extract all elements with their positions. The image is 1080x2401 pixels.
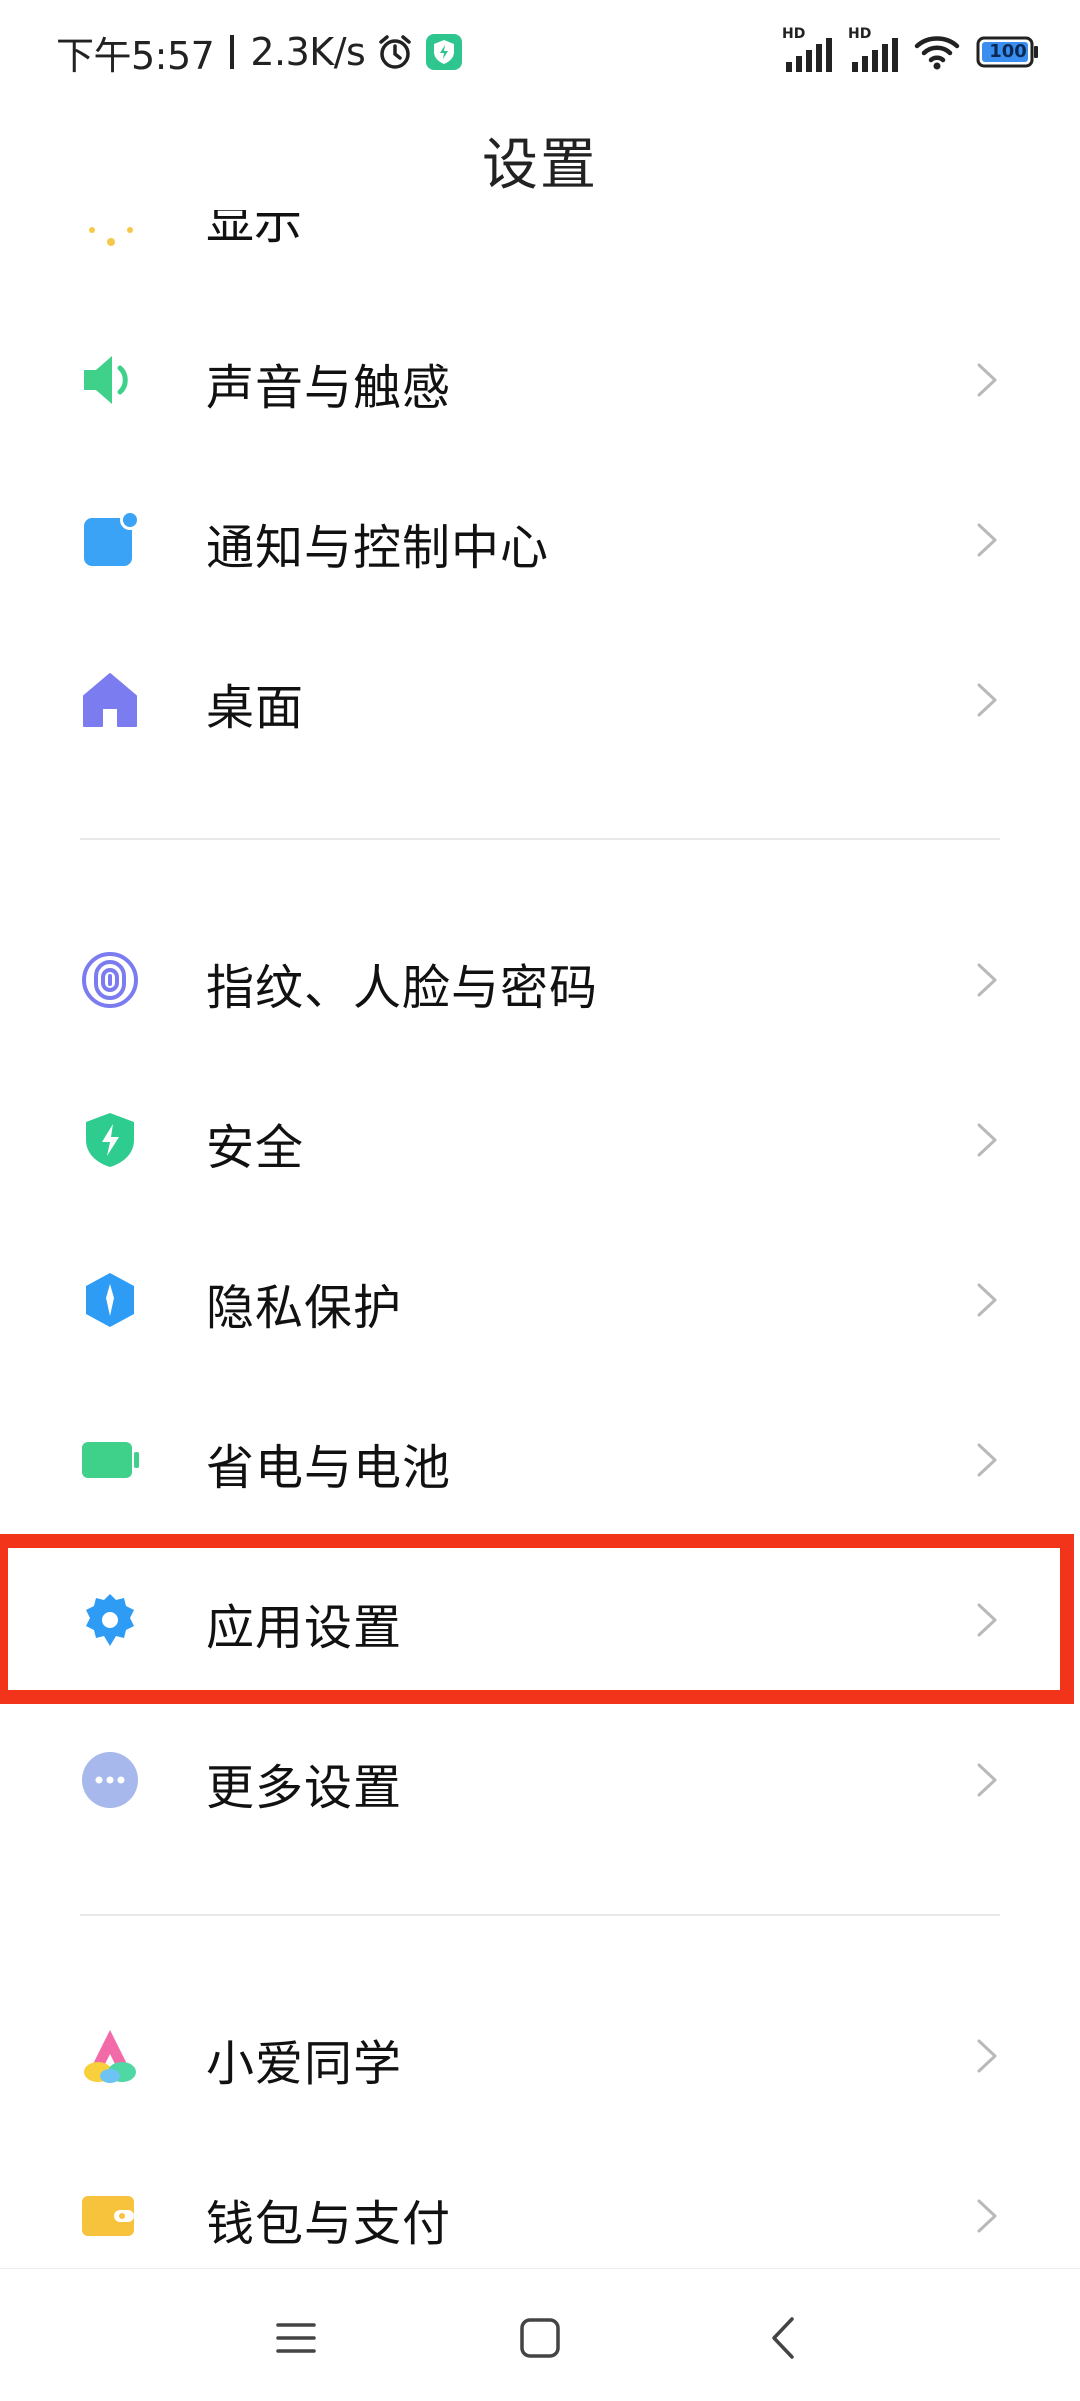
settings-item-app-settings[interactable]: 应用设置 (0, 1540, 1080, 1700)
chevron-right-icon (977, 2039, 997, 2073)
wifi-icon (914, 36, 960, 70)
signal-2-icon (852, 38, 898, 72)
section-divider (80, 838, 1000, 840)
home-icon (83, 673, 137, 727)
status-separator (230, 35, 235, 69)
settings-item-sound[interactable]: 声音与触感 (0, 300, 1080, 460)
gear-icon (86, 1594, 134, 1646)
status-time: 下午5:57 (56, 33, 215, 78)
settings-item-label: 指纹、人脸与密码 (206, 960, 599, 1016)
chevron-right-icon (977, 2199, 997, 2233)
sun-icon (89, 227, 133, 246)
battery-indicator: 100 (976, 36, 1040, 68)
chevron-right-icon (977, 363, 997, 397)
chevron-right-icon (977, 1123, 997, 1157)
signal-1: HD (782, 26, 832, 74)
settings-item-xiaoai[interactable]: 小爱同学 (0, 1976, 1080, 2136)
settings-item-label: 应用设置 (206, 1600, 403, 1656)
settings-item-battery[interactable]: 省电与电池 (0, 1380, 1080, 1540)
settings-item-security[interactable]: 安全 (0, 1060, 1080, 1220)
notification-icon (84, 510, 140, 566)
battery-level: 100 (989, 41, 1027, 62)
signal-2: HD (848, 26, 898, 74)
back-icon[interactable] (754, 2313, 814, 2363)
status-left: 下午5:57 2.3K/s (56, 22, 463, 82)
settings-item-notifications[interactable]: 通知与控制中心 (0, 460, 1080, 620)
home-square-icon[interactable] (510, 2313, 570, 2363)
network-speed: 2.3K/s (250, 30, 366, 74)
settings-item-label: 小爱同学 (206, 2036, 403, 2092)
wallet-icon (82, 2196, 134, 2236)
settings-item-more-settings[interactable]: 更多设置 (0, 1700, 1080, 1860)
settings-item-label: 钱包与支付 (206, 2196, 452, 2252)
shield-icon (86, 1113, 134, 1167)
battery-icon (82, 1442, 139, 1478)
section-divider (80, 1914, 1000, 1916)
settings-item-label: 隐私保护 (206, 1280, 403, 1336)
security-shield-icon (426, 34, 463, 70)
settings-item-display-label: 显示 (206, 210, 303, 250)
fingerprint-icon (82, 952, 138, 1008)
settings-item-label: 安全 (206, 1120, 305, 1176)
settings-item-display-partial[interactable]: 显示 (0, 210, 1080, 258)
chevron-right-icon (977, 963, 997, 997)
settings-item-label: 桌面 (206, 680, 305, 736)
signal-1-icon (786, 38, 832, 72)
chevron-right-icon (977, 1443, 997, 1477)
settings-item-fingerprint-face-password[interactable]: 指纹、人脸与密码 (0, 900, 1080, 1060)
chevron-right-icon (977, 1283, 997, 1317)
chevron-right-icon (977, 523, 997, 557)
speaker-icon (84, 356, 128, 404)
alarm-icon (379, 35, 412, 69)
chevron-right-icon (977, 1603, 997, 1637)
page-title: 设置 (482, 133, 598, 198)
privacy-icon (86, 1273, 134, 1327)
navigation-bar (0, 2268, 1080, 2401)
chevron-right-icon (977, 683, 997, 717)
settings-item-label: 省电与电池 (206, 1440, 452, 1496)
settings-item-label: 声音与触感 (206, 360, 452, 416)
xiaoai-icon (84, 2030, 136, 2083)
menu-icon[interactable] (266, 2313, 326, 2363)
settings-item-home-screen[interactable]: 桌面 (0, 620, 1080, 780)
chevron-right-icon (977, 1763, 997, 1797)
settings-item-privacy[interactable]: 隐私保护 (0, 1220, 1080, 1380)
settings-item-label: 更多设置 (206, 1760, 403, 1816)
status-bar: 下午5:57 2.3K/s HD HD 100 (0, 0, 1080, 104)
status-right: HD HD 100 (782, 22, 1040, 82)
more-dots-icon (82, 1752, 138, 1808)
settings-item-label: 通知与控制中心 (206, 520, 550, 576)
